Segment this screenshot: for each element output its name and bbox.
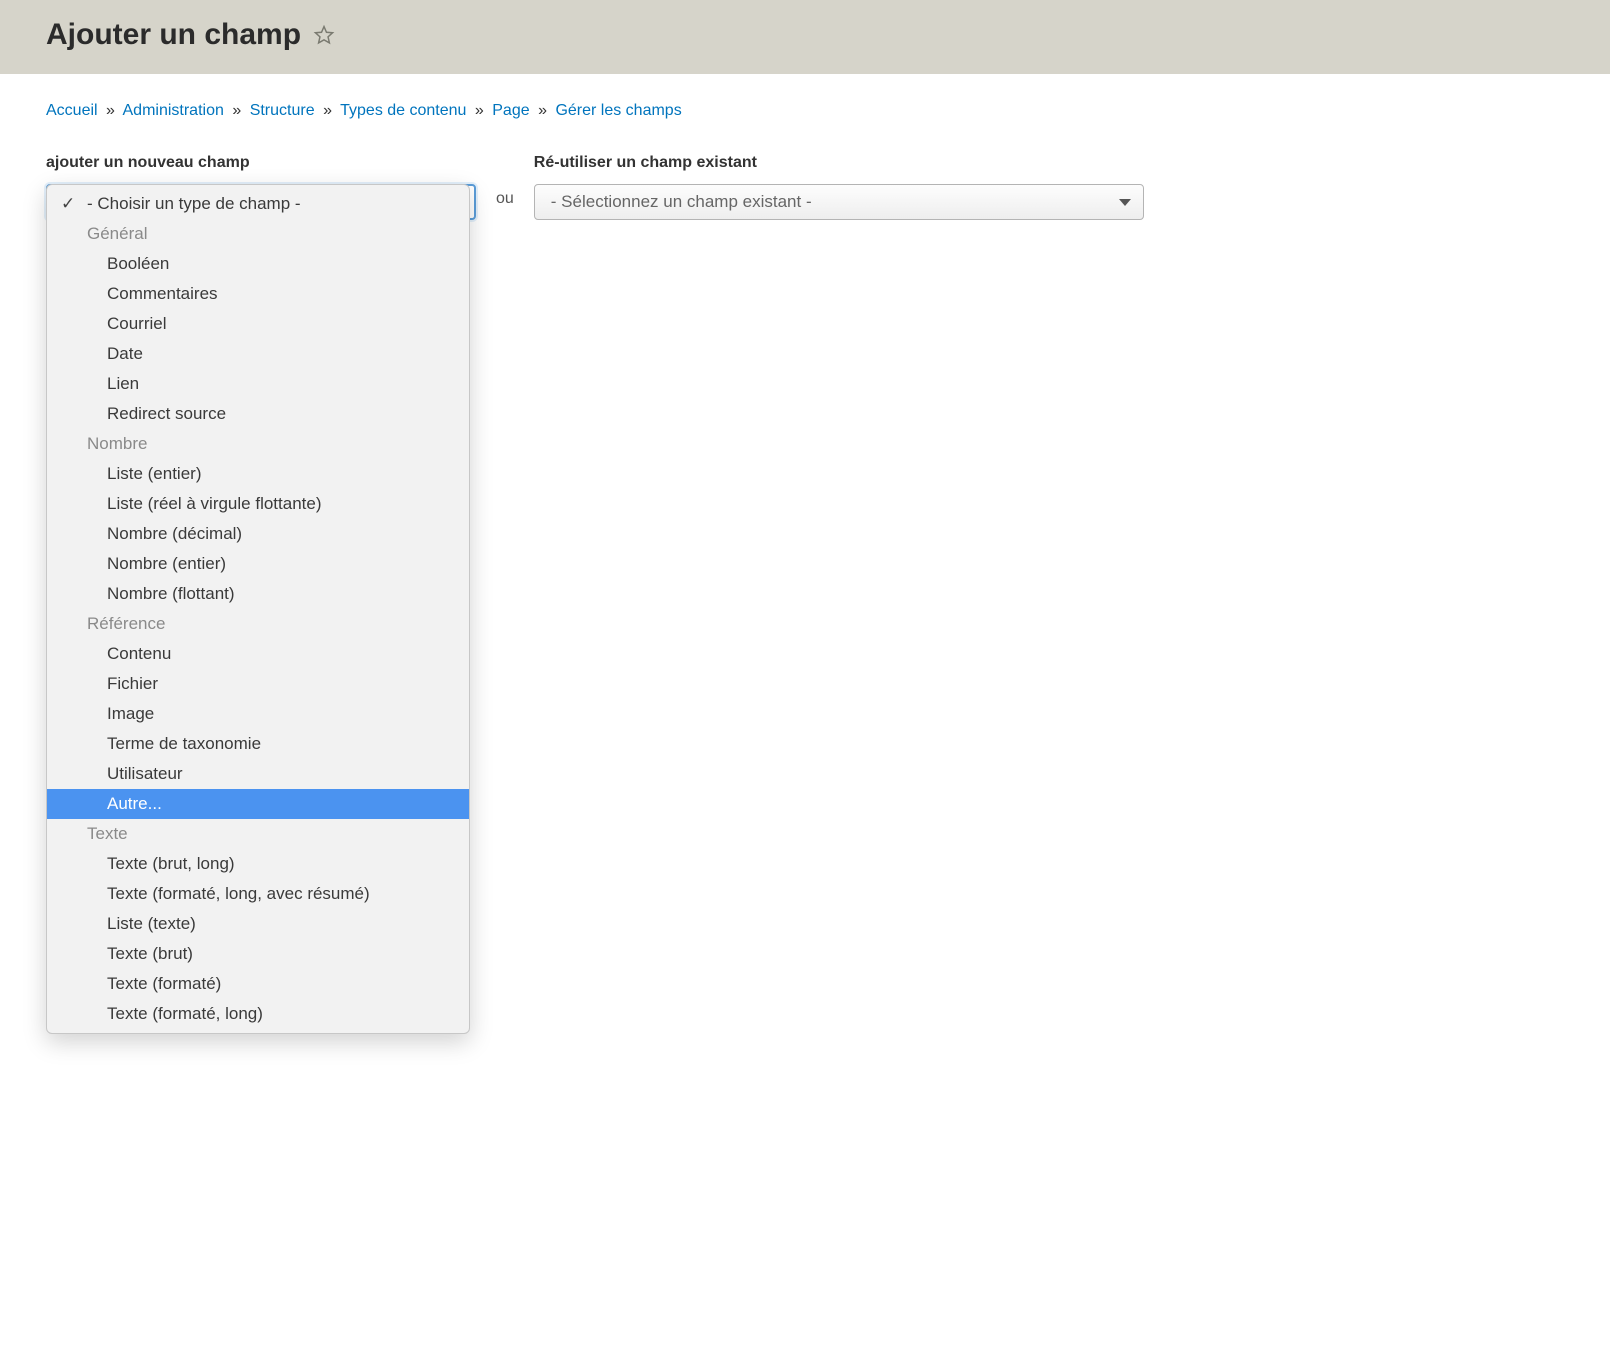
dropdown-placeholder[interactable]: - Choisir un type de champ -: [47, 189, 469, 219]
star-icon[interactable]: [313, 24, 335, 46]
page-title: Ajouter un champ: [46, 18, 301, 52]
dropdown-option[interactable]: Autre...: [47, 789, 469, 819]
dropdown-option[interactable]: Fichier: [47, 669, 469, 699]
dropdown-option[interactable]: Texte (formaté, long): [47, 999, 469, 1029]
breadcrumb-link[interactable]: Accueil: [46, 102, 98, 119]
breadcrumb-link[interactable]: Gérer les champs: [555, 102, 681, 119]
dropdown-group-label: Référence: [47, 609, 469, 639]
dropdown-option[interactable]: Texte (formaté, long, avec résumé): [47, 879, 469, 909]
dropdown-option[interactable]: Liste (entier): [47, 459, 469, 489]
breadcrumb-separator: »: [232, 102, 241, 119]
breadcrumb-link[interactable]: Page: [492, 102, 529, 119]
breadcrumb-separator: »: [106, 102, 115, 119]
existing-field-select[interactable]: - Sélectionnez un champ existant -: [534, 184, 1144, 220]
breadcrumb-link[interactable]: Types de contenu: [340, 102, 466, 119]
dropdown-option[interactable]: Courriel: [47, 309, 469, 339]
dropdown-group-label: Nombre: [47, 429, 469, 459]
dropdown-option[interactable]: Booléen: [47, 249, 469, 279]
dropdown-option[interactable]: Contenu: [47, 639, 469, 669]
chevron-down-icon: [1119, 199, 1131, 206]
dropdown-group-label: Texte: [47, 819, 469, 849]
dropdown-option[interactable]: Nombre (flottant): [47, 579, 469, 609]
dropdown-option[interactable]: Texte (formaté): [47, 969, 469, 999]
dropdown-option[interactable]: Date: [47, 339, 469, 369]
dropdown-group-label: Général: [47, 219, 469, 249]
dropdown-option[interactable]: Liste (texte): [47, 909, 469, 939]
dropdown-option[interactable]: Terme de taxonomie: [47, 729, 469, 759]
dropdown-option[interactable]: Texte (brut, long): [47, 849, 469, 879]
breadcrumb-separator: »: [475, 102, 484, 119]
breadcrumb-separator: »: [323, 102, 332, 119]
new-field-label: ajouter un nouveau champ: [46, 154, 476, 172]
dropdown-option[interactable]: Nombre (entier): [47, 549, 469, 579]
breadcrumb: Accueil » Administration » Structure » T…: [46, 102, 1564, 120]
page-header: Ajouter un champ: [0, 0, 1610, 74]
breadcrumb-separator: »: [538, 102, 547, 119]
existing-field-value: - Sélectionnez un champ existant -: [551, 192, 812, 212]
dropdown-option[interactable]: Nombre (décimal): [47, 519, 469, 549]
breadcrumb-link[interactable]: Administration: [123, 102, 224, 119]
dropdown-option[interactable]: Image: [47, 699, 469, 729]
breadcrumb-link[interactable]: Structure: [250, 102, 315, 119]
field-type-dropdown[interactable]: - Choisir un type de champ -GénéralBoolé…: [46, 184, 470, 1034]
or-label: ou: [496, 190, 514, 208]
existing-field-label: Ré-utiliser un champ existant: [534, 154, 1144, 172]
dropdown-option[interactable]: Lien: [47, 369, 469, 399]
dropdown-option[interactable]: Utilisateur: [47, 759, 469, 789]
dropdown-option[interactable]: Texte (brut): [47, 939, 469, 969]
dropdown-option[interactable]: Liste (réel à virgule flottante): [47, 489, 469, 519]
dropdown-option[interactable]: Redirect source: [47, 399, 469, 429]
dropdown-option[interactable]: Commentaires: [47, 279, 469, 309]
